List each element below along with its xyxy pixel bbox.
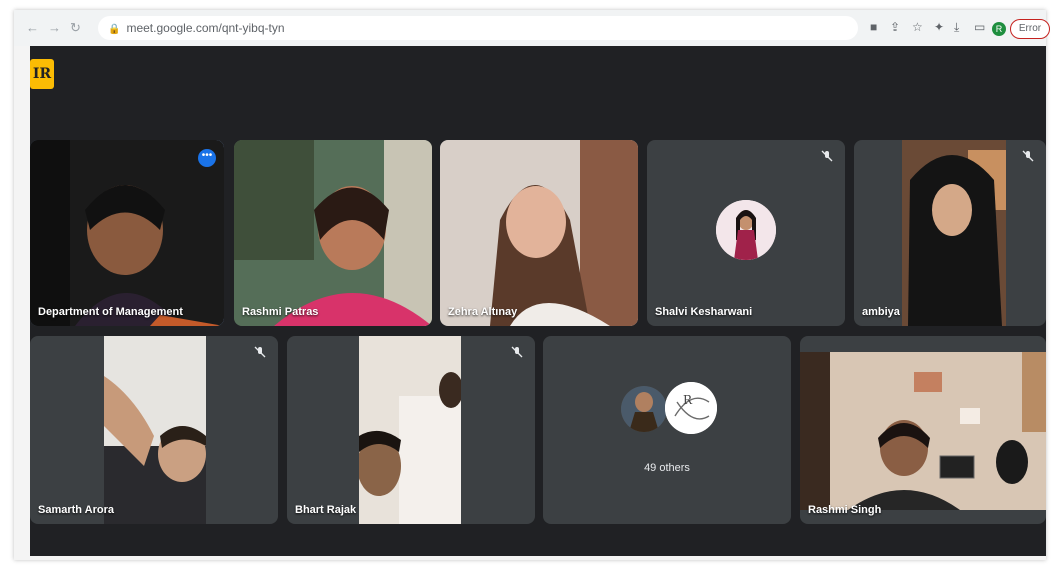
participant-name: Zehra Altınay	[448, 306, 518, 318]
mic-off-icon	[254, 346, 266, 358]
svg-text:R: R	[683, 393, 693, 407]
others-count-label: 49 others	[644, 462, 690, 474]
participant-video	[440, 140, 638, 326]
error-chip[interactable]: Error	[1010, 19, 1050, 39]
sidepanel-icon[interactable]: ▭	[974, 20, 985, 34]
participant-tile-rashmi-singh[interactable]: Rashmi Singh	[800, 336, 1046, 524]
camera-icon[interactable]: ■	[870, 20, 877, 34]
participant-name: Bhart Rajak	[295, 504, 357, 516]
download-icon[interactable]: ⤓	[954, 20, 959, 35]
participant-avatar	[716, 200, 776, 260]
participant-name: Shalvi Kesharwani	[655, 306, 753, 318]
browser-toolbar: ← → ↻ 🔒 meet.google.com/qnt-yibq-tyn ■ ⇪ …	[14, 10, 1050, 46]
mic-off-icon	[511, 346, 523, 358]
participant-tile-zehra[interactable]: Zehra Altınay	[440, 140, 638, 326]
mic-off-icon	[821, 150, 833, 162]
participant-name: Rashmi Patras	[242, 306, 319, 318]
participant-tile-samarth[interactable]: Samarth Arora	[30, 336, 278, 524]
profile-avatar[interactable]: R	[992, 22, 1006, 36]
more-options-icon[interactable]: •••	[198, 149, 216, 167]
participant-tile-others[interactable]: R 49 others	[543, 336, 791, 524]
back-icon[interactable]: ←	[26, 20, 39, 35]
extensions-icon[interactable]: ✦	[934, 20, 944, 34]
participant-tile-ambiya[interactable]: ambiya	[854, 140, 1046, 326]
address-bar[interactable]: 🔒 meet.google.com/qnt-yibq-tyn	[98, 16, 858, 40]
participant-video	[234, 140, 432, 326]
participant-video	[30, 140, 224, 326]
participant-name: Department of Management	[38, 306, 183, 318]
participant-tile-department[interactable]: ••• Department of Management	[30, 140, 224, 326]
url-text: meet.google.com/qnt-yibq-tyn	[126, 21, 285, 35]
participant-tile-shalvi[interactable]: Shalvi Kesharwani	[647, 140, 845, 326]
participant-video	[359, 336, 461, 524]
forward-icon[interactable]: →	[48, 20, 61, 35]
star-icon[interactable]: ☆	[912, 20, 923, 34]
participant-tile-bhart[interactable]: Bhart Rajak	[287, 336, 535, 524]
mic-off-icon	[1022, 150, 1034, 162]
lock-icon: 🔒	[108, 24, 121, 35]
participant-video	[104, 336, 206, 524]
share-icon[interactable]: ⇪	[890, 20, 900, 34]
participant-name: Samarth Arora	[38, 504, 115, 516]
participant-video	[902, 140, 1006, 326]
participant-tile-rashmi-patras[interactable]: Rashmi Patras	[234, 140, 432, 326]
meeting-logo: IR	[30, 59, 54, 89]
reload-icon[interactable]: ↻	[70, 20, 81, 36]
participant-avatar	[621, 386, 667, 432]
meet-stage: IR ••• Department of Management Rashmi P…	[30, 46, 1046, 556]
participant-video	[800, 352, 1046, 510]
participant-avatar: R	[665, 382, 717, 434]
participant-name: ambiya	[862, 306, 900, 318]
participant-name: Rashmi Singh	[808, 504, 882, 516]
screenshot-frame: ← → ↻ 🔒 meet.google.com/qnt-yibq-tyn ■ ⇪ …	[14, 10, 1050, 560]
